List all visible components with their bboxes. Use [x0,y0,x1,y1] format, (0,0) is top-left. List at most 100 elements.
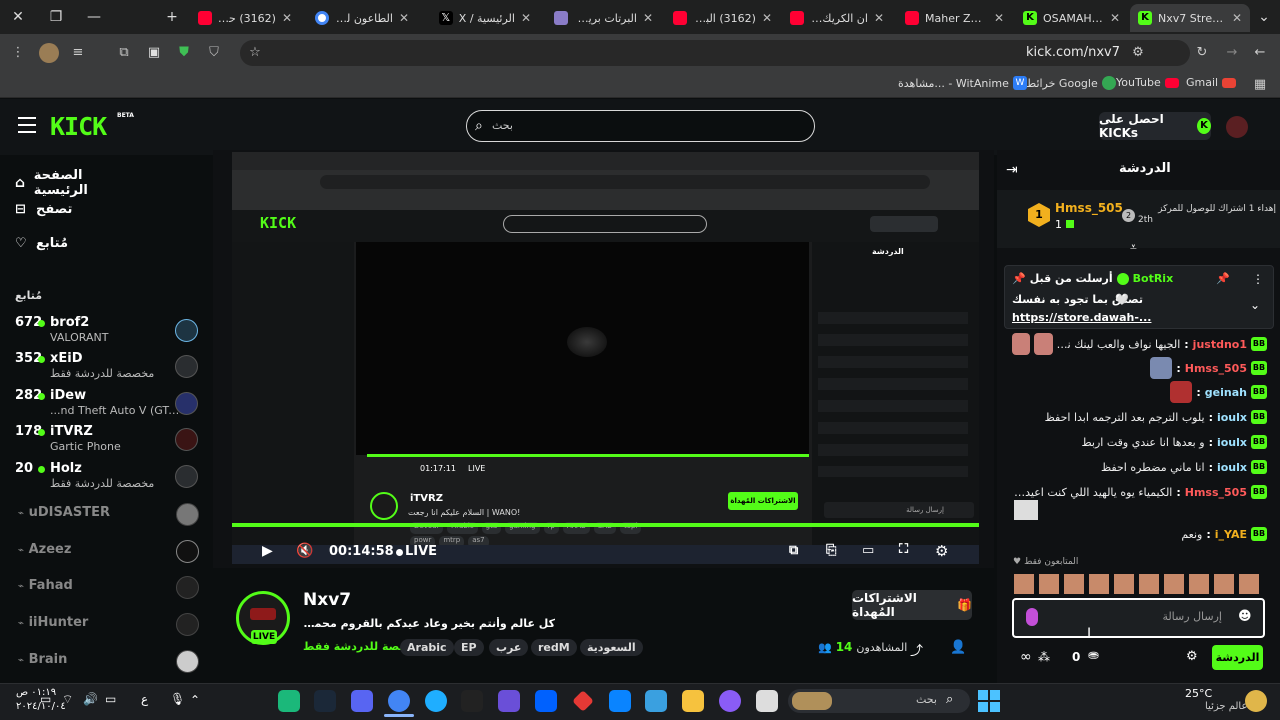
offline-item[interactable]: ⌁ uDISASTER [18,503,208,526]
tag-saudi[interactable]: السعودية [580,639,643,656]
close-tab-icon[interactable]: ✕ [1232,11,1242,25]
close-tab-icon[interactable]: ✕ [874,11,884,25]
close-tab-icon[interactable]: ✕ [282,11,292,25]
app-teams-icon[interactable] [498,690,520,712]
bookmark-witanime[interactable]: مشاهدة... - WitAnime W [898,76,1027,90]
pip-icon[interactable]: ⧉ [789,543,798,558]
browser-tab[interactable]: ✕(3162) حروف [190,4,300,32]
chat-settings-icon[interactable]: ⚙ [1186,649,1198,664]
app-discord-icon[interactable] [351,690,373,712]
tag-redm[interactable]: redM [531,639,577,656]
unpin-icon[interactable]: 📌 [1216,272,1230,285]
extension-icon[interactable]: ▣ [144,43,164,63]
chat-users-icon[interactable]: ⁂ [1038,650,1050,664]
following-item[interactable]: 672 brof2 VALORANT [10,313,205,347]
clock-date[interactable]: ٢٠٢٤/١٠/٠٤ [16,701,66,712]
close-tab-icon[interactable]: ✕ [994,11,1004,25]
infinity-icon[interactable]: ∞ [1020,649,1032,665]
forward-icon[interactable]: → [1222,43,1242,63]
app-outlook-icon[interactable] [609,690,631,712]
reading-list-icon[interactable]: ≡ [68,43,88,63]
follow-user-icon[interactable]: 👤 [950,640,966,655]
microphone-icon[interactable]: 🎙 [170,692,185,706]
offline-item[interactable]: ⌁ iiHunter [18,613,208,636]
url-text[interactable]: kick.com/nxv7 [980,45,1120,60]
nav-browse[interactable]: ⊟ تصفح [15,202,125,217]
close-tab-icon[interactable]: ✕ [643,11,653,25]
close-tab-icon[interactable]: ✕ [521,11,531,25]
app-copilot-icon[interactable] [719,690,741,712]
chevron-down-icon[interactable]: ⌄ [1250,298,1260,312]
browser-tab[interactable]: Maher Zain & ✕ [897,4,1012,32]
expand-pinned-icon[interactable]: ⩡ [1130,240,1137,255]
bookmark-gmail[interactable]: Gmail [1186,76,1237,89]
nav-home[interactable]: ⌂ الصفحة الرئيسية [15,168,125,198]
back-icon[interactable]: ← [1250,43,1270,63]
mute-icon[interactable]: 🔇 [296,543,313,559]
language-indicator[interactable]: ع [141,692,148,706]
browser-tab[interactable]: ✕ (3162) البرت [665,4,780,32]
kick-logo[interactable]: KICK [50,112,107,141]
app-store-icon[interactable] [645,690,667,712]
live-label[interactable]: LIVE [405,544,437,559]
hamburger-menu-icon[interactable] [18,117,36,133]
close-tab-icon[interactable]: ✕ [399,11,409,25]
search-input[interactable] [466,110,815,142]
following-item[interactable]: 20 Holz مخصصة للدردشة فقط [10,459,205,493]
app-whatsapp-icon[interactable] [278,690,300,712]
app-chrome-icon[interactable] [388,690,410,712]
app-window-icon[interactable] [756,690,778,712]
play-icon[interactable]: ▶ [262,543,273,559]
gift-subs-button[interactable]: الاشتراكات المُهداة 🎁 [852,590,972,620]
following-item[interactable]: 282 iDew ...nd Theft Auto V (GTA) [10,386,205,420]
app-explorer-icon[interactable] [682,690,704,712]
nav-following[interactable]: ♡ مُتابع [15,236,125,251]
settings-gear-icon[interactable]: ⚙ [935,542,948,560]
points-icon[interactable]: ⛂ [1088,648,1099,663]
show-hidden-icons-icon[interactable]: ⌃ [190,693,200,707]
reload-icon[interactable]: ↻ [1192,43,1212,63]
offline-item[interactable]: ⌁ Fahad [18,576,208,599]
share-icon[interactable]: ⤴ [910,640,923,659]
user-avatar[interactable] [1226,116,1248,138]
browser-tab[interactable]: ✕ البرتات بريمي [546,4,661,32]
channel-name[interactable]: Nxv7 [303,590,351,610]
profile-avatar[interactable] [39,43,59,63]
new-tab-icon[interactable]: + [160,6,184,28]
close-tab-icon[interactable]: ✕ [762,11,772,25]
minimize-window-icon[interactable]: — [82,6,106,28]
clip-icon[interactable]: ⎘ [826,543,836,558]
following-item[interactable]: 178 iTVRZ Gartic Phone [10,422,205,456]
microphone-icon[interactable] [1026,608,1038,626]
more-options-icon[interactable]: ⋮ [1252,272,1264,286]
browser-tab[interactable]: ✕ان الكريك اكبر [782,4,892,32]
bookmark-star-icon[interactable]: ☆ [245,43,265,63]
get-kicks-button[interactable]: احصل على KICKs K [1099,112,1211,140]
shield-extension-icon[interactable]: ⛊ [174,43,194,63]
display-icon[interactable]: ▭ [105,692,116,706]
weather-icon[interactable] [1245,690,1267,712]
fullscreen-icon[interactable]: ⛶ [899,542,908,557]
menu-dots-icon[interactable]: ⋮ [8,43,28,63]
browser-tab[interactable]: ✕ الرئيسية / X𝕏 [424,4,539,32]
site-settings-icon[interactable]: ⚙ [1128,43,1148,63]
app-dropbox-icon[interactable] [535,690,557,712]
clock-time[interactable]: ٠١:١٩ ص [16,687,56,698]
tag-arabic[interactable]: Arabic [400,639,454,656]
weather-temp[interactable]: 25°C [1185,687,1212,700]
theater-mode-icon[interactable]: ▭ [862,543,874,558]
bookmark-maps[interactable]: خرائط Google [1026,76,1116,90]
browser-tab[interactable]: KOSAMAH Stre✕ [1015,4,1128,32]
pinned-link[interactable]: https://store.dawah-... [1012,311,1151,324]
browser-tab-active[interactable]: K Nxv7 Stream ✕ [1130,4,1250,32]
windows-start-icon[interactable] [978,690,1000,712]
close-tab-icon[interactable]: ✕ [1110,11,1120,25]
emote-bar[interactable] [1014,574,1264,594]
tab-search-icon[interactable]: ⌄ [1252,6,1276,28]
emoji-icon[interactable]: ☻ [1238,609,1252,624]
adblock-extension-icon[interactable]: ⛉ [204,43,224,63]
browser-tab[interactable]: ✕ الطاعون لعبة [307,4,417,32]
restore-window-icon[interactable]: ❐ [44,6,68,28]
weather-text[interactable]: عالم جزئيا [1205,701,1247,712]
tag-arab[interactable]: عرب [489,639,529,656]
